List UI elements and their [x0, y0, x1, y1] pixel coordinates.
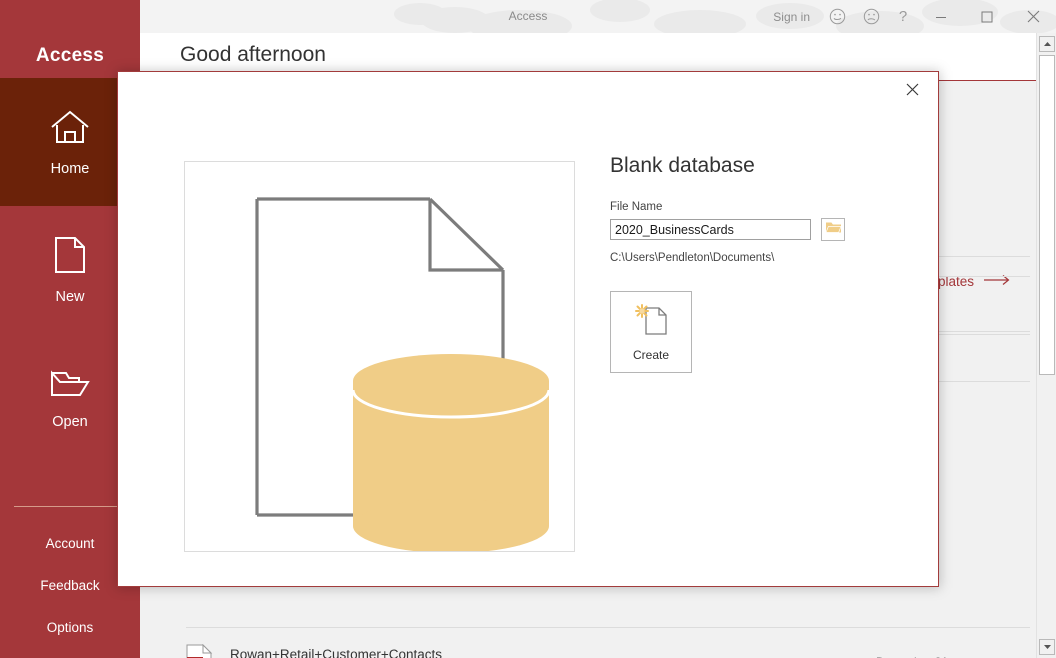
sidebar-title: Access	[0, 45, 140, 67]
dialog-form: Blank database File Name C:\Users\Pendle…	[610, 154, 910, 373]
access-start-screen: Access Sign in ?	[0, 0, 1056, 658]
recent-file-date: December 31	[876, 655, 1056, 658]
new-document-icon	[54, 236, 86, 279]
blank-database-illustration	[184, 161, 575, 552]
sidebar-item-label: Open	[52, 414, 87, 430]
browse-folder-button[interactable]	[821, 218, 845, 241]
frowning-face-icon[interactable]	[854, 0, 888, 33]
sidebar-item-label: New	[55, 289, 84, 305]
home-icon	[49, 108, 91, 151]
create-button-label: Create	[633, 348, 669, 362]
scroll-up-arrow-icon[interactable]	[1039, 36, 1055, 52]
maximize-icon[interactable]	[964, 0, 1010, 33]
page-title: Good afternoon	[180, 43, 326, 67]
help-icon[interactable]: ?	[888, 0, 918, 33]
open-folder-icon	[50, 367, 90, 404]
vertical-scrollbar[interactable]	[1036, 33, 1056, 658]
scroll-down-arrow-icon[interactable]	[1039, 639, 1055, 655]
table-row[interactable]: A Rowan+Retail+Customer+Contacts Downloa…	[140, 633, 1056, 658]
dialog-close-icon[interactable]	[892, 75, 932, 103]
blank-database-dialog: Blank database File Name C:\Users\Pendle…	[117, 71, 939, 587]
create-button[interactable]: Create	[610, 291, 692, 373]
save-path-text: C:\Users\Pendleton\Documents\	[610, 252, 910, 264]
file-name-label: File Name	[610, 201, 910, 213]
recent-file-name: Rowan+Retail+Customer+Contacts	[230, 647, 876, 658]
scrollbar-thumb[interactable]	[1039, 55, 1055, 375]
recent-file-divider	[186, 627, 1030, 628]
minimize-icon[interactable]	[918, 0, 964, 33]
close-icon[interactable]	[1010, 0, 1056, 33]
file-name-input[interactable]	[610, 219, 811, 240]
new-blank-database-icon	[632, 302, 670, 343]
access-database-file-icon: A	[186, 644, 230, 658]
sidebar-item-label: Home	[51, 161, 90, 177]
sign-in-button[interactable]: Sign in	[763, 0, 820, 33]
database-cylinder	[353, 354, 549, 551]
file-name-row	[610, 218, 910, 241]
browse-folder-icon	[825, 220, 842, 239]
dialog-heading: Blank database	[610, 154, 910, 178]
sidebar-divider	[14, 506, 126, 507]
smiley-face-icon[interactable]	[820, 0, 854, 33]
sidebar-item-options[interactable]: Options	[0, 606, 140, 648]
recent-file-meta: Rowan+Retail+Customer+Contacts Downloads	[230, 647, 876, 658]
title-bar-controls: Sign in ?	[763, 0, 1056, 33]
title-bar: Access Sign in ?	[0, 0, 1056, 33]
